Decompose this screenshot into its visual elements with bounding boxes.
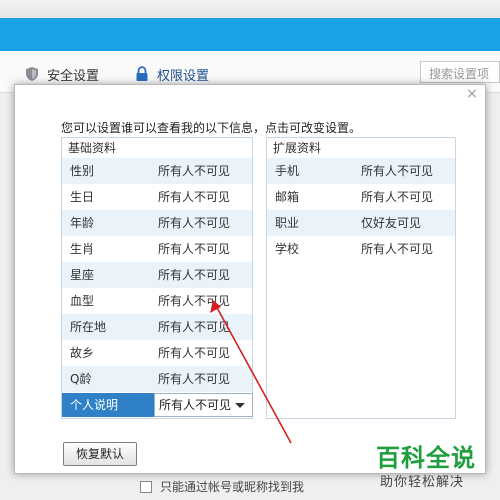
privacy-row[interactable]: Q龄 所有人不可见 <box>62 366 252 392</box>
row-label: 生肖 <box>70 242 95 256</box>
row-label: 学校 <box>275 242 300 256</box>
row-label: 生日 <box>70 190 95 204</box>
row-visibility-value[interactable]: 所有人不可见 <box>158 184 230 210</box>
privacy-row[interactable]: 血型 所有人不可见 <box>62 288 252 314</box>
privacy-row[interactable]: 所在地 所有人不可见 <box>62 314 252 340</box>
row-visibility-value[interactable]: 所有人不可见 <box>158 366 230 392</box>
dialog-instruction: 您可以设置谁可以查看我的以下信息，点击可改变设置。 <box>61 121 362 135</box>
extended-info-header: 扩展资料 <box>267 138 455 158</box>
privacy-row[interactable]: 年龄 所有人不可见 <box>62 210 252 236</box>
window-top-strip <box>0 0 500 18</box>
visibility-select-value: 所有人不可见 <box>159 398 232 412</box>
row-label: Q龄 <box>70 372 92 386</box>
row-visibility-value[interactable]: 所有人不可见 <box>158 262 230 288</box>
basic-info-panel: 基础资料 性别 所有人不可见 生日 所有人不可见 年龄 所有人不可见 生肖 所有人不可见 星座所… <box>61 137 253 419</box>
privacy-row[interactable]: 职业 仅好友可见 <box>267 210 455 236</box>
tab-permission-settings[interactable]: 权限设置 <box>134 65 210 84</box>
privacy-row[interactable]: 生肖 所有人不可见 <box>62 236 252 262</box>
shield-icon <box>24 66 40 82</box>
basic-info-header: 基础资料 <box>62 138 252 158</box>
settings-search-input[interactable]: 搜索设置项 <box>420 61 500 83</box>
privacy-row[interactable]: 手机 所有人不可见 <box>267 158 455 184</box>
row-visibility-value[interactable]: 仅好友可见 <box>361 210 421 236</box>
row-label: 职业 <box>275 216 300 230</box>
privacy-row[interactable]: 生日 所有人不可见 <box>62 184 252 210</box>
row-visibility-value[interactable]: 所有人不可见 <box>361 236 433 262</box>
row-label: 年龄 <box>70 216 95 230</box>
row-label: 星座 <box>70 268 95 282</box>
row-visibility-value[interactable]: 所有人不可见 <box>158 340 230 366</box>
row-visibility-value[interactable]: 所有人不可见 <box>361 158 433 184</box>
watermark-title: 百科全说 <box>376 444 476 472</box>
privacy-permission-dialog: × 您可以设置谁可以查看我的以下信息，点击可改变设置。 基础资料 性别所有人不可… <box>14 84 486 474</box>
background-checkbox-label: 只能通过帐号或昵称找到我 <box>160 480 305 494</box>
watermark-subtitle: 助你轻松解决 <box>380 475 465 490</box>
watermark-logo: 百科全说 助你轻松解决 <box>372 436 492 496</box>
row-label: 故乡 <box>70 346 95 360</box>
caret-down-icon <box>235 403 245 408</box>
privacy-row[interactable]: 个人说明 所有人不可见 <box>62 392 253 418</box>
row-visibility-value[interactable]: 所有人不可见 <box>158 210 230 236</box>
row-label: 所在地 <box>70 320 107 334</box>
row-visibility-value[interactable]: 所有人不可见 <box>158 314 230 340</box>
privacy-row[interactable]: 故乡 所有人不可见 <box>62 340 252 366</box>
restore-defaults-button[interactable]: 恢复默认 <box>63 442 137 466</box>
tab-permission-label: 权限设置 <box>157 68 210 84</box>
privacy-row[interactable]: 学校 所有人不可见 <box>267 236 455 262</box>
extended-info-panel: 扩展资料 手机 所有人不可见 邮箱 所有人不可见 职业 仅好友可见 学校 所有人不可见 <box>266 137 456 419</box>
tab-security-settings[interactable]: 安全设置 <box>24 65 100 84</box>
lock-icon <box>134 66 150 82</box>
row-visibility-value[interactable]: 所有人不可见 <box>361 184 433 210</box>
privacy-row[interactable]: 邮箱 所有人不可见 <box>267 184 455 210</box>
row-label: 手机 <box>275 164 300 178</box>
row-label-selected: 个人说明 <box>62 393 160 417</box>
row-visibility-value[interactable]: 所有人不可见 <box>158 288 230 314</box>
privacy-row[interactable]: 星座 所有人不可见 <box>62 262 252 288</box>
row-label: 性别 <box>70 164 95 178</box>
row-visibility-value[interactable]: 所有人不可见 <box>158 158 230 184</box>
row-label: 邮箱 <box>275 190 300 204</box>
tab-security-label: 安全设置 <box>47 68 100 84</box>
row-label: 血型 <box>70 294 95 308</box>
background-search-option[interactable]: 只能通过帐号或昵称找到我 <box>140 478 304 495</box>
app-header-band <box>0 18 500 51</box>
background-checkbox[interactable] <box>140 480 152 493</box>
visibility-select[interactable]: 所有人不可见 <box>154 393 253 417</box>
row-visibility-value[interactable]: 所有人不可见 <box>158 236 230 262</box>
close-icon[interactable]: × <box>465 87 479 101</box>
privacy-row[interactable]: 性别 所有人不可见 <box>62 158 252 184</box>
